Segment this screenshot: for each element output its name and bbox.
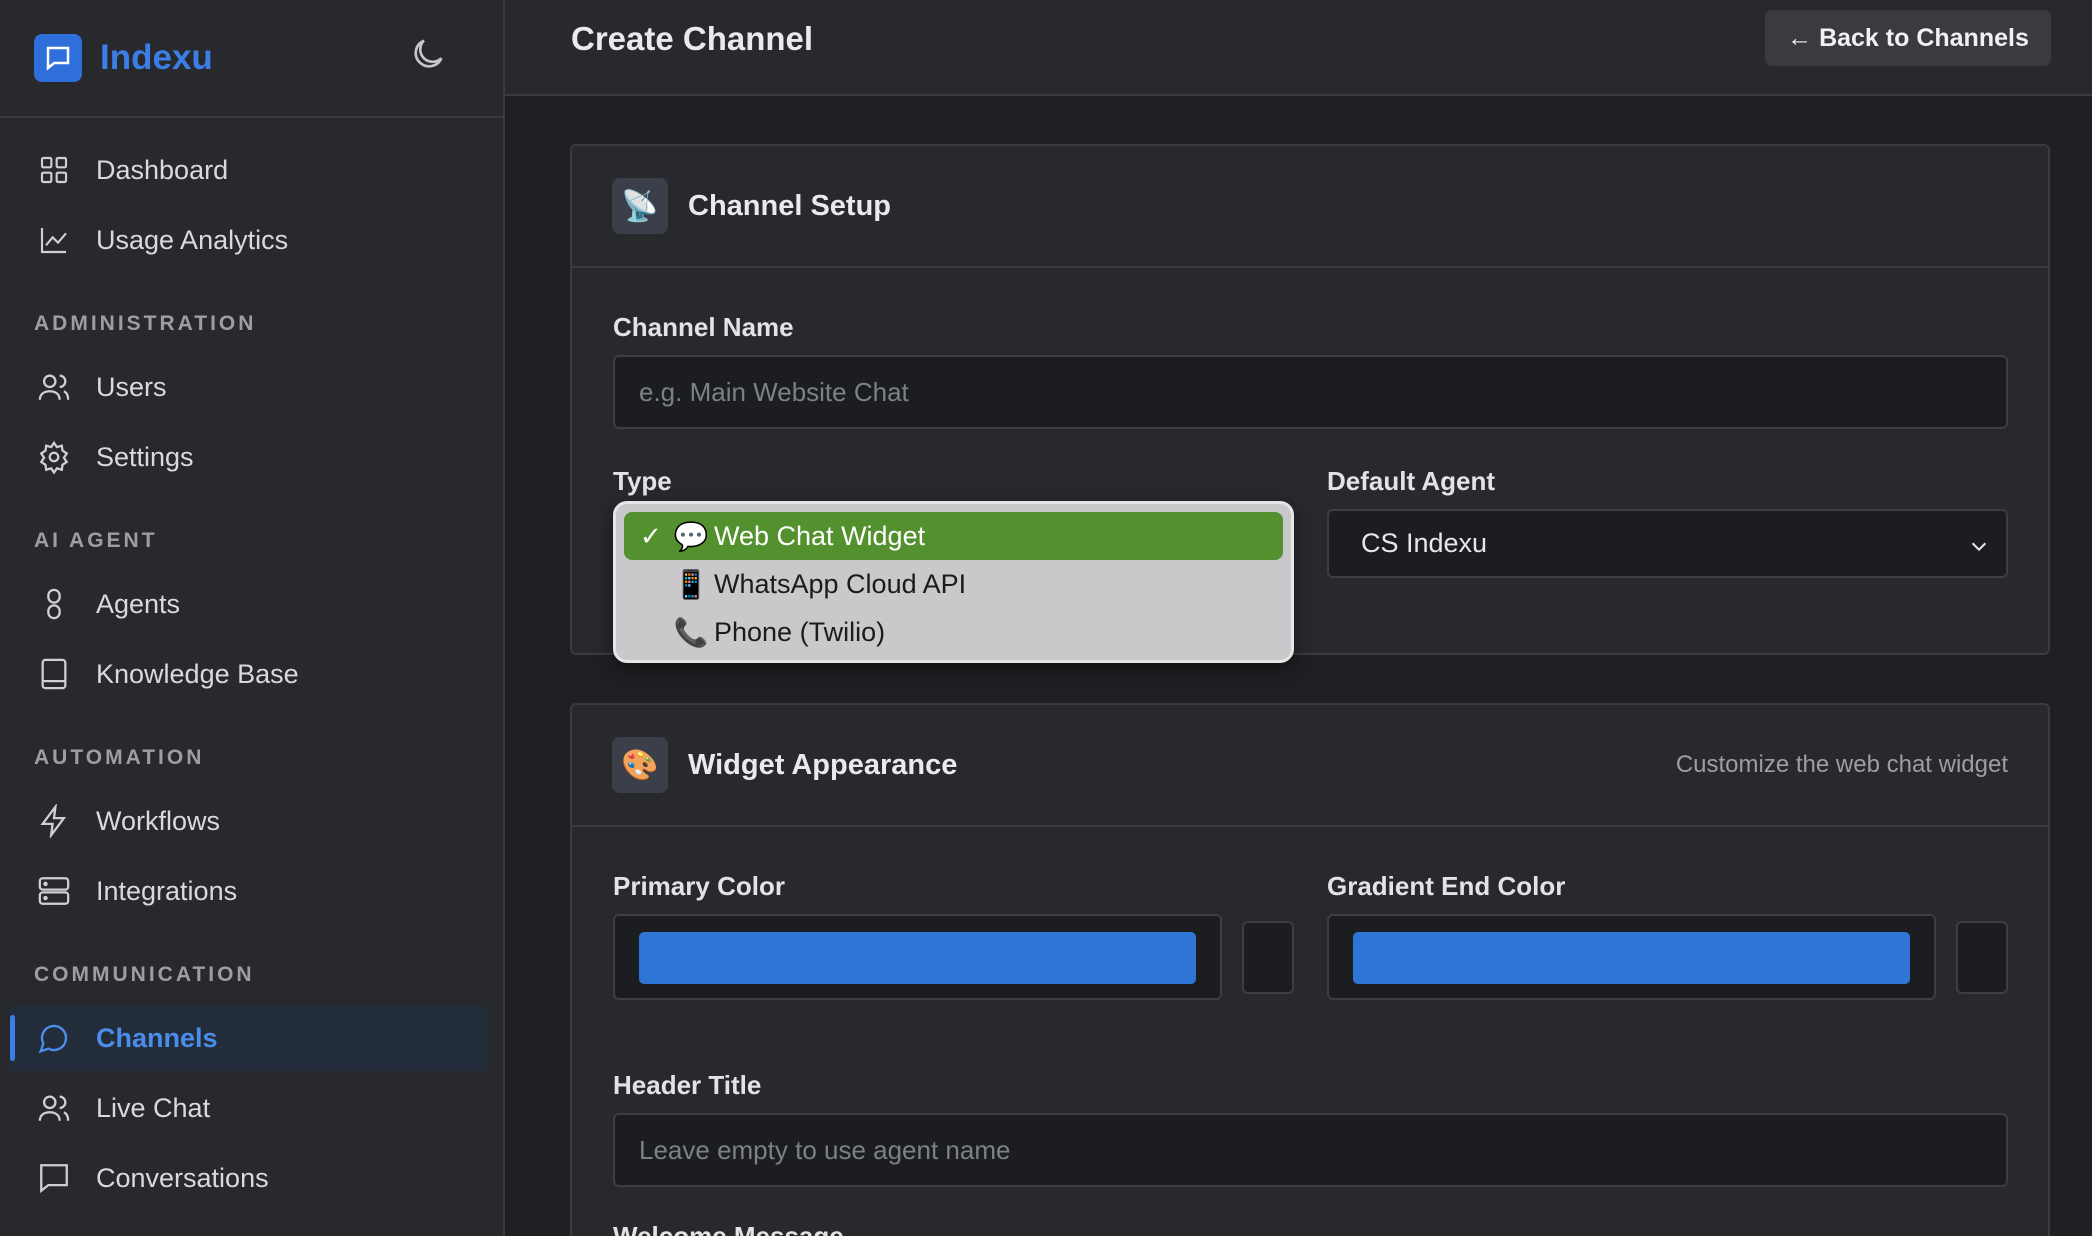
sidebar-item-dashboard[interactable]: Dashboard (10, 137, 488, 203)
sidebar-item-label: Users (96, 371, 167, 402)
type-option-phone-twilio[interactable]: 📞 Phone (Twilio) (624, 608, 1283, 656)
sidebar-item-integrations[interactable]: Integrations (10, 858, 488, 924)
moon-icon[interactable] (408, 34, 448, 74)
topbar: Create Channel ← Back to Channels (505, 0, 2092, 96)
card-subtitle: Customize the web chat widget (1675, 751, 2008, 778)
sidebar-item-users[interactable]: Users (10, 354, 488, 420)
card-header: 🎨 Widget Appearance Customize the web ch… (572, 705, 2048, 827)
section-label-communication: COMMUNICATION (34, 963, 255, 986)
welcome-message-label: Welcome Message (613, 1221, 844, 1236)
section-label-ai-agent: AI AGENT (34, 529, 158, 552)
sidebar-item-label: Usage Analytics (96, 224, 289, 255)
telephone-icon: 📞 (673, 616, 709, 648)
header-title-input[interactable] (613, 1113, 2008, 1187)
gear-icon (36, 439, 72, 475)
gradient-end-color-hex-input[interactable] (1956, 921, 2008, 994)
sidebar-item-label: Agents (96, 588, 181, 619)
chevron-down-icon (1971, 542, 1987, 552)
sidebar: Indexu Dashboard Usage Analytics ADMINIS… (0, 0, 505, 1236)
sidebar-item-label: Workflows (96, 805, 221, 836)
section-label-administration: ADMINISTRATION (34, 312, 257, 335)
channel-name-label: Channel Name (613, 312, 794, 342)
brand-name[interactable]: Indexu (100, 38, 213, 78)
card-title: Widget Appearance (688, 748, 958, 781)
default-agent-label: Default Agent (1327, 466, 1496, 496)
grid-icon (36, 152, 72, 188)
sidebar-item-knowledge-base[interactable]: Knowledge Base (10, 641, 488, 707)
option-label: WhatsApp Cloud API (714, 568, 967, 599)
app-root: Indexu Dashboard Usage Analytics ADMINIS… (0, 0, 2092, 1236)
primary-color-hex-input[interactable] (1242, 921, 1294, 994)
sidebar-item-label: Integrations (96, 875, 238, 906)
sidebar-item-label: Knowledge Base (96, 658, 299, 689)
line-chart-icon (36, 222, 72, 258)
book-icon (36, 656, 72, 692)
checkmark-icon: ✓ (640, 520, 662, 551)
default-agent-select[interactable]: CS Indexu (1327, 509, 2008, 578)
sidebar-item-usage-analytics[interactable]: Usage Analytics (10, 207, 488, 273)
card-header: 📡 Channel Setup (572, 146, 2048, 268)
sidebar-item-label: Dashboard (96, 154, 229, 185)
sidebar-item-agents[interactable]: Agents (10, 571, 488, 637)
sidebar-item-label: Channels (96, 1022, 218, 1053)
users-icon (36, 369, 72, 405)
lightning-icon (36, 803, 72, 839)
sidebar-item-conversations[interactable]: Conversations (10, 1145, 488, 1211)
channel-name-input[interactable] (613, 355, 2008, 429)
sidebar-item-live-chat[interactable]: Live Chat (10, 1075, 488, 1141)
brand-logo-icon (34, 34, 82, 82)
users-icon (36, 1090, 72, 1126)
sidebar-item-channels[interactable]: Channels (10, 1005, 488, 1071)
option-label: Phone (Twilio) (714, 616, 886, 647)
sidebar-item-settings[interactable]: Settings (10, 424, 488, 490)
header-title-label: Header Title (613, 1070, 762, 1100)
type-dropdown-menu[interactable]: ✓ 💬 Web Chat Widget 📱 WhatsApp Cloud API… (613, 501, 1294, 663)
gradient-end-color-swatch (1353, 932, 1910, 984)
default-agent-value: CS Indexu (1361, 528, 1488, 558)
back-to-channels-button[interactable]: ← Back to Channels (1765, 10, 2051, 66)
gradient-end-color-label: Gradient End Color (1327, 871, 1566, 901)
primary-color-swatch (639, 932, 1196, 984)
message-square-icon (36, 1160, 72, 1196)
sidebar-item-label: Live Chat (96, 1092, 211, 1123)
type-label: Type (613, 466, 672, 496)
sidebar-item-label: Conversations (96, 1162, 269, 1193)
page-title: Create Channel (571, 20, 814, 57)
agent-icon (36, 586, 72, 622)
satellite-dish-icon: 📡 (612, 178, 668, 234)
primary-color-label: Primary Color (613, 871, 785, 901)
card-title: Channel Setup (688, 189, 892, 222)
type-option-whatsapp-cloud-api[interactable]: 📱 WhatsApp Cloud API (624, 560, 1283, 608)
chat-bubble-icon (36, 1020, 72, 1056)
primary-color-picker[interactable] (613, 914, 1222, 1000)
gradient-end-color-picker[interactable] (1327, 914, 1936, 1000)
palette-icon: 🎨 (612, 737, 668, 793)
mobile-phone-icon: 📱 (673, 568, 709, 600)
sidebar-item-workflows[interactable]: Workflows (10, 788, 488, 854)
speech-bubble-icon: 💬 (673, 520, 709, 552)
sidebar-item-label: Settings (96, 441, 194, 472)
option-label: Web Chat Widget (714, 520, 926, 551)
section-label-automation: AUTOMATION (34, 746, 205, 769)
type-option-web-chat-widget[interactable]: ✓ 💬 Web Chat Widget (624, 512, 1283, 560)
brand: Indexu (0, 0, 503, 118)
server-icon (36, 873, 72, 909)
